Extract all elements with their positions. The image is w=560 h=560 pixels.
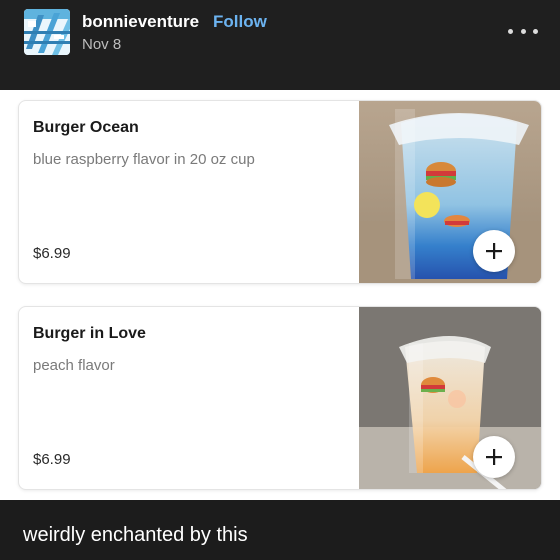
more-icon[interactable] (508, 23, 538, 39)
blog-avatar[interactable] (24, 9, 70, 55)
menu-item-title: Burger in Love (33, 325, 146, 342)
menu-item-card[interactable]: Burger in Love peach flavor $6.99 (18, 306, 542, 490)
menu-item-description: blue raspberry flavor in 20 oz cup (33, 151, 255, 168)
plus-icon (486, 243, 502, 259)
post-header: bonnieventure Follow Nov 8 (0, 0, 560, 90)
water-slide-avatar-icon (24, 9, 70, 55)
menu-item-description: peach flavor (33, 357, 115, 374)
add-item-button[interactable] (473, 436, 515, 478)
plus-icon (486, 449, 502, 465)
post-caption: weirdly enchanted by this (23, 524, 248, 546)
post-image: Burger Ocean blue raspberry flavor in 20… (0, 90, 560, 500)
add-item-button[interactable] (473, 230, 515, 272)
menu-item-title: Burger Ocean (33, 119, 139, 136)
post-date: Nov 8 (82, 36, 122, 53)
menu-item-price: $6.99 (33, 245, 71, 262)
follow-button[interactable]: Follow (213, 12, 267, 32)
blog-name[interactable]: bonnieventure (82, 12, 199, 32)
menu-item-card[interactable]: Burger Ocean blue raspberry flavor in 20… (18, 100, 542, 284)
menu-item-price: $6.99 (33, 451, 71, 468)
